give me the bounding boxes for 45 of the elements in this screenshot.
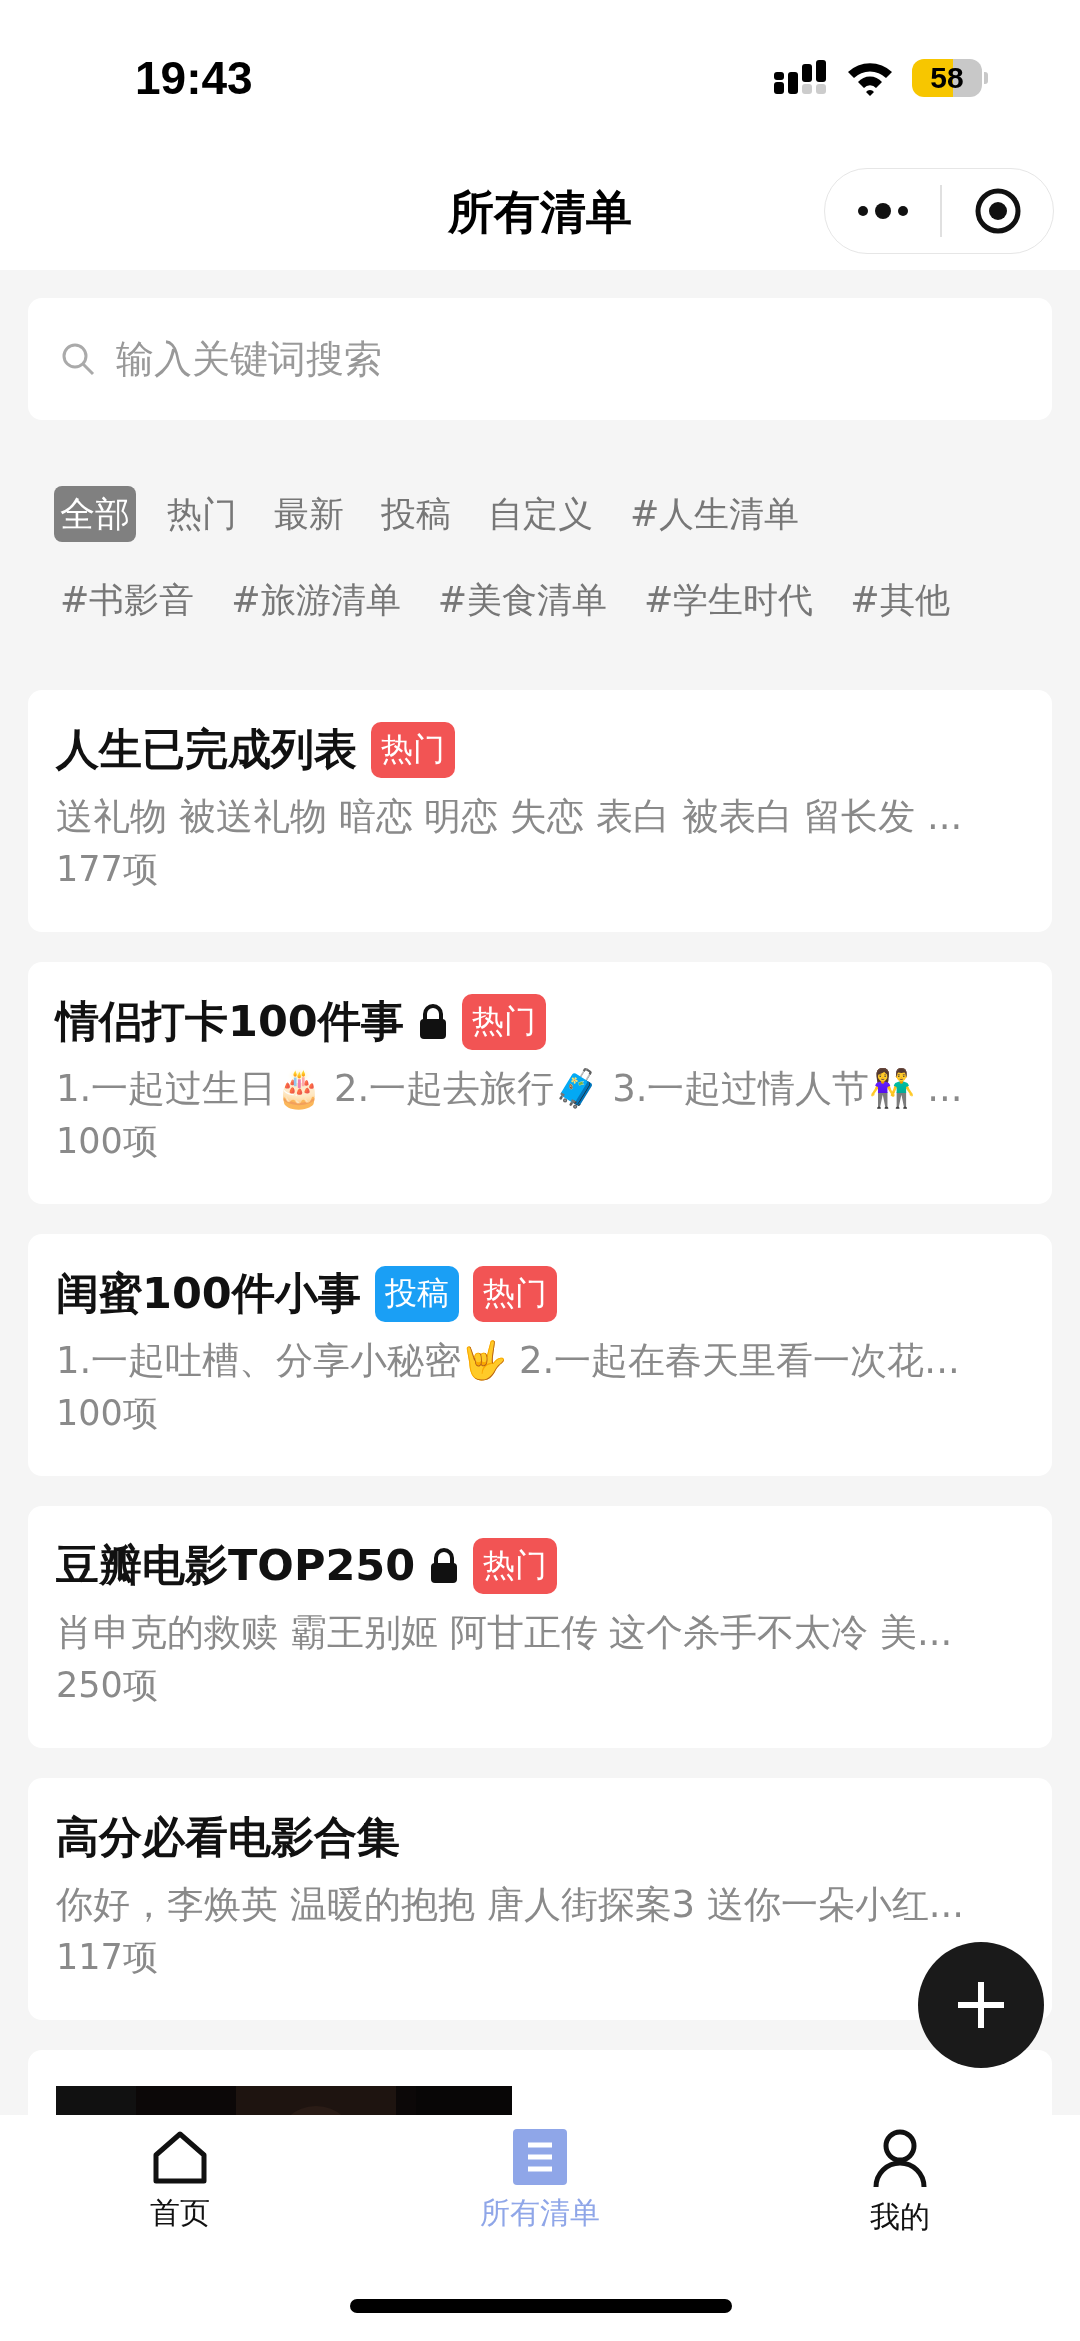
list-summary: 肖申克的救赎 霸王别姬 阿甘正传 这个杀手不太冷 美...	[56, 1610, 954, 1656]
list-summary: 1.一起过生日🎂 2.一起去旅行🧳 3.一起过情人节👫 ...	[56, 1066, 964, 1112]
search-input[interactable]: 输入关键词搜索	[114, 336, 1020, 382]
tag-label: 投稿	[374, 1266, 459, 1322]
item-count: 177项	[56, 848, 159, 891]
signal-icon	[774, 59, 828, 96]
item-count: 117项	[56, 1936, 159, 1979]
list-summary: 送礼物 被送礼物 暗恋 明恋 失恋 表白 被表白 留长发 ...	[56, 794, 964, 840]
more-icon[interactable]	[856, 201, 909, 221]
filter-tab[interactable]: 全部	[54, 486, 136, 542]
filter-tab[interactable]: #书影音	[54, 572, 201, 628]
close-icon[interactable]	[973, 187, 1022, 235]
item-count: 250项	[56, 1664, 159, 1707]
list-title[interactable]: 人生已完成列表	[56, 721, 357, 779]
search-field[interactable]: 输入关键词搜索	[28, 298, 1052, 420]
filter-tab[interactable]: #其他	[844, 572, 956, 628]
person-icon	[872, 2129, 928, 2189]
list-title[interactable]: 情侣打卡100件事	[56, 993, 404, 1051]
search-icon	[60, 341, 96, 377]
item-count: 100项	[56, 1120, 159, 1163]
filter-tab[interactable]: #学生时代	[638, 572, 820, 628]
filter-tab[interactable]: 最新	[268, 486, 350, 542]
tag-label: 热门	[472, 1266, 557, 1322]
list-title[interactable]: 高分必看电影合集	[56, 1809, 400, 1867]
filter-tab[interactable]: #美食清单	[431, 572, 613, 628]
item-count: 100项	[56, 1392, 159, 1435]
tag-label: 热门	[371, 722, 455, 778]
filter-tab[interactable]: #旅游清单	[225, 572, 407, 628]
page-title: 所有清单	[448, 183, 632, 241]
list-icon	[513, 2129, 567, 2185]
filter-tab[interactable]: 热门	[161, 486, 243, 542]
list-summary: 你好，李焕英 温暖的抱抱 唐人街探案3 送你一朵小红...	[56, 1882, 966, 1928]
filter-tab[interactable]: #人生清单	[624, 486, 806, 542]
tab-item[interactable]: 所有清单	[440, 2129, 640, 2238]
list-title[interactable]: 豆瓣电影TOP250	[56, 1537, 416, 1595]
list-title[interactable]: 闺蜜100件小事	[56, 1265, 361, 1323]
home-icon	[152, 2129, 208, 2185]
tag-label: 热门	[461, 994, 546, 1050]
tab-item[interactable]: 我的	[800, 2129, 1000, 2238]
tab-item[interactable]: 首页	[80, 2129, 280, 2238]
tag-label: 热门	[473, 1538, 558, 1594]
status-time: 19:43	[135, 50, 254, 105]
filter-tab[interactable]: 自定义	[482, 486, 599, 542]
list-summary: 1.一起吐槽、分享小秘密🤟 2.一起在春天里看一次花...	[56, 1338, 961, 1384]
filter-tab[interactable]: 投稿	[375, 486, 457, 542]
